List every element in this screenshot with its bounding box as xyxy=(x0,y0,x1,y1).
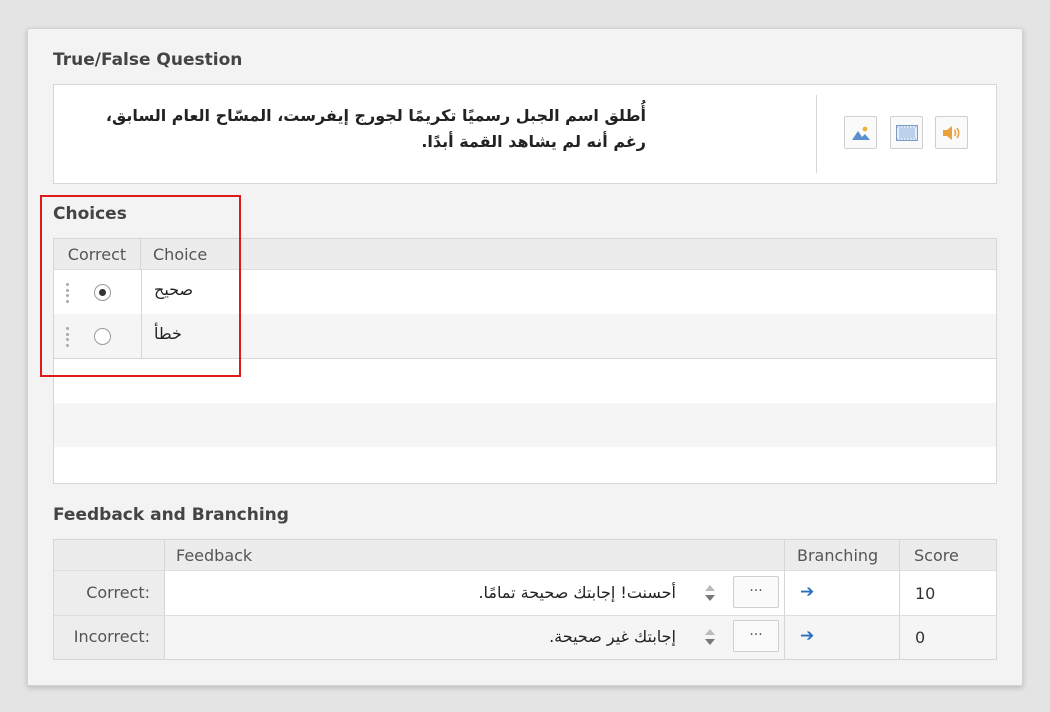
feedback-more-button[interactable]: ··· xyxy=(733,576,779,608)
feedback-text[interactable]: إجابتك غير صحيحة. xyxy=(549,627,676,646)
feedback-row-correct: Correct: أحسنت! إجابتك صحيحة تمامًا. ···… xyxy=(54,571,996,615)
chevron-down-icon[interactable] xyxy=(705,639,715,645)
feedback-row-label: Correct: xyxy=(54,571,164,615)
feedback-section-title: Feedback and Branching xyxy=(53,505,289,525)
feedback-text[interactable]: أحسنت! إجابتك صحيحة تمامًا. xyxy=(478,583,676,602)
chevron-down-icon[interactable] xyxy=(705,595,715,601)
insert-video-button[interactable] xyxy=(890,116,923,149)
feedback-table-header: Feedback Branching Score xyxy=(54,540,996,571)
insert-image-button[interactable] xyxy=(844,116,877,149)
question-editor-panel: True/False Question أُطلق اسم الجبل رسمي… xyxy=(27,28,1023,686)
branching-arrow-icon[interactable]: ➔ xyxy=(800,582,814,602)
video-icon xyxy=(895,124,918,141)
chevron-up-icon[interactable] xyxy=(705,585,715,591)
column-header-feedback: Feedback xyxy=(176,546,253,565)
empty-choice-row[interactable] xyxy=(54,447,996,483)
feedback-table: Feedback Branching Score Correct: أحسنت!… xyxy=(53,539,997,660)
chevron-up-icon[interactable] xyxy=(705,629,715,635)
feedback-spinner[interactable] xyxy=(699,623,721,651)
branching-arrow-icon[interactable]: ➔ xyxy=(800,626,814,646)
choices-highlight-box xyxy=(40,195,241,377)
column-header-branching: Branching xyxy=(797,546,879,565)
question-section-title: True/False Question xyxy=(53,50,243,70)
feedback-more-button[interactable]: ··· xyxy=(733,620,779,652)
feedback-spinner[interactable] xyxy=(699,579,721,607)
question-text-box[interactable]: أُطلق اسم الجبل رسميًا تكريمًا لجورج إيف… xyxy=(53,84,997,184)
score-value[interactable]: 0 xyxy=(915,628,925,647)
insert-audio-button[interactable] xyxy=(935,116,968,149)
divider xyxy=(816,95,817,173)
empty-choice-row[interactable] xyxy=(54,403,996,447)
feedback-row-incorrect: Incorrect: إجابتك غير صحيحة. ··· ➔ 0 xyxy=(54,615,996,659)
feedback-row-label: Incorrect: xyxy=(54,615,164,659)
image-icon xyxy=(850,124,871,141)
score-value[interactable]: 10 xyxy=(915,584,935,603)
audio-icon xyxy=(942,125,960,140)
column-header-score: Score xyxy=(914,546,959,565)
question-text[interactable]: أُطلق اسم الجبل رسميًا تكريمًا لجورج إيف… xyxy=(86,103,646,155)
